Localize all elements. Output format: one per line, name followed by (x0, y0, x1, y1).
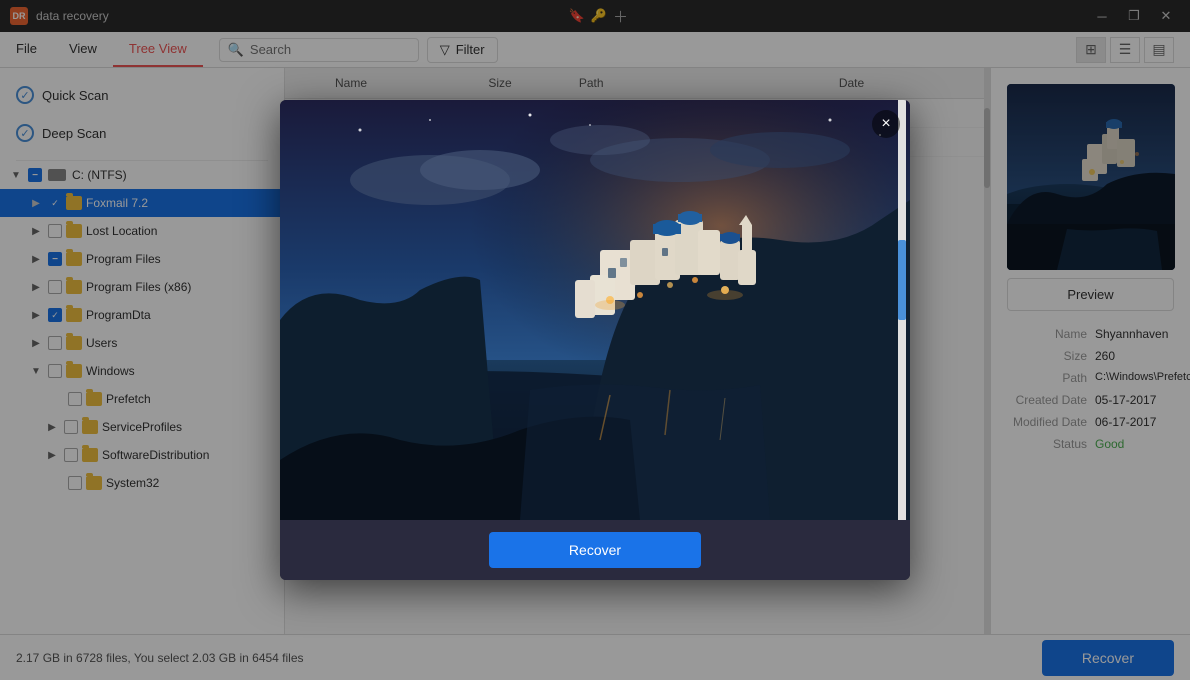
modal-overlay[interactable]: × (0, 0, 1190, 680)
image-preview-modal: × (280, 100, 910, 580)
modal-footer: Recover (280, 520, 910, 580)
modal-recover-button[interactable]: Recover (489, 532, 701, 568)
modal-close-button[interactable]: × (872, 110, 900, 138)
modal-image-container: × (280, 100, 910, 520)
modal-landscape-svg (280, 100, 910, 520)
